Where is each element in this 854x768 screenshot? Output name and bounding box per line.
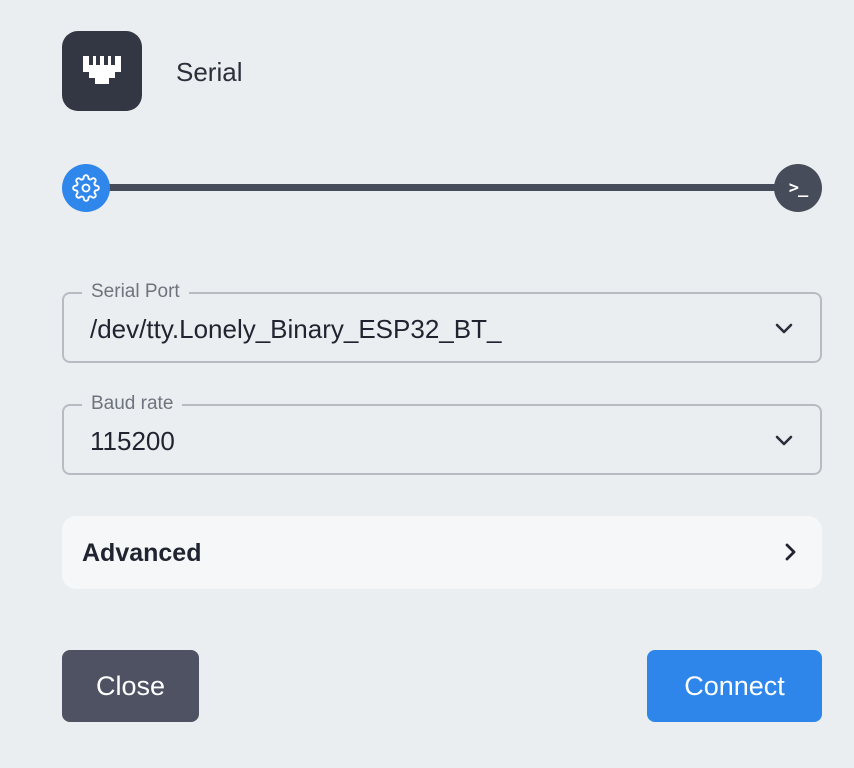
serial-port-value: /dev/tty.Lonely_Binary_ESP32_BT_ <box>90 314 502 344</box>
serial-port-label: Serial Port <box>82 281 189 303</box>
chevron-down-icon <box>775 323 793 334</box>
baud-rate-label: Baud rate <box>82 393 183 415</box>
close-button[interactable]: Close <box>62 650 199 722</box>
baud-rate-value: 115200 <box>90 426 175 456</box>
serial-port-select[interactable]: Serial Port /dev/tty.Lonely_Binary_ESP32… <box>62 281 822 363</box>
page-title: Serial <box>176 57 243 87</box>
ethernet-port-icon <box>83 56 121 84</box>
chevron-down-icon <box>775 435 793 446</box>
advanced-section-toggle[interactable]: Advanced <box>62 516 822 589</box>
step-terminal[interactable]: >_ <box>774 164 822 212</box>
baud-rate-select[interactable]: Baud rate 115200 <box>62 393 822 475</box>
app-icon <box>62 31 142 111</box>
stepper-track <box>86 184 798 191</box>
connection-stepper: >_ <box>62 164 822 212</box>
connect-button[interactable]: Connect <box>647 650 822 722</box>
gear-icon <box>72 174 100 202</box>
advanced-label: Advanced <box>82 539 202 567</box>
terminal-icon: >_ <box>788 178 809 198</box>
step-settings[interactable] <box>62 164 110 212</box>
chevron-right-icon <box>785 543 796 561</box>
